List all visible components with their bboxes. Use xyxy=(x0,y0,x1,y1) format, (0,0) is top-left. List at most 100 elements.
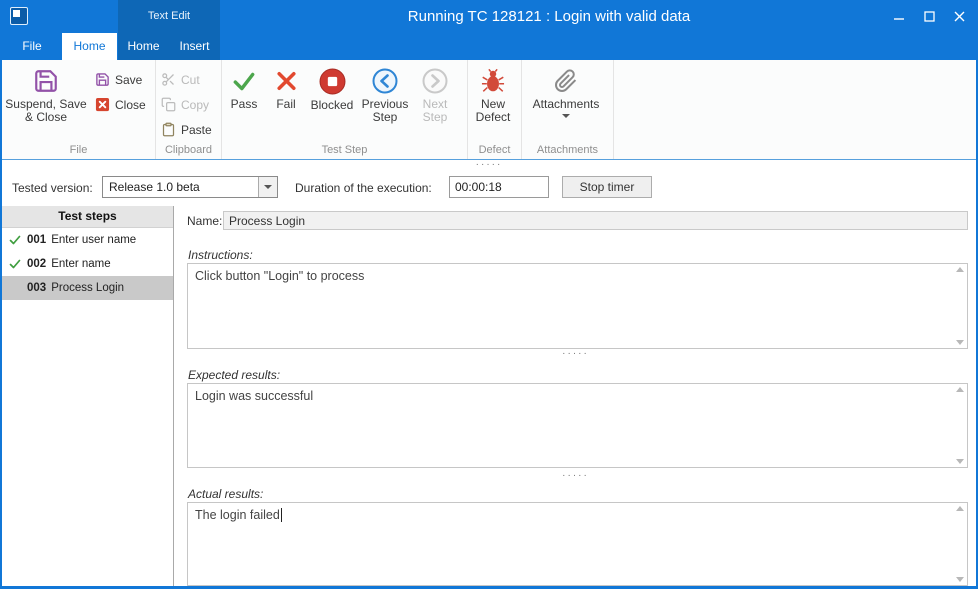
next-step-icon xyxy=(422,68,448,94)
close-document-button[interactable]: Close xyxy=(90,92,151,117)
window-controls xyxy=(884,0,974,33)
test-step-row-003[interactable]: 003 Process Login xyxy=(2,276,173,300)
fail-x-icon xyxy=(274,68,299,94)
paste-clipboard-icon xyxy=(161,122,176,137)
expected-results-textarea[interactable]: Login was successful xyxy=(187,383,968,468)
new-defect-button[interactable]: New Defect xyxy=(468,60,518,124)
next-step-label: Next Step xyxy=(423,98,448,124)
test-steps-header: Test steps xyxy=(2,206,173,228)
actual-results-box: The login failed xyxy=(187,502,968,586)
test-step-row-002[interactable]: 002 Enter name xyxy=(2,252,173,276)
scroll-down-icon[interactable] xyxy=(956,459,964,464)
new-defect-label: New Defect xyxy=(476,98,511,124)
copy-icon xyxy=(161,97,176,112)
duration-label: Duration of the execution: xyxy=(295,181,432,195)
expected-results-box: Login was successful xyxy=(187,383,968,468)
step-name: Enter user name xyxy=(51,234,136,246)
close-red-icon xyxy=(95,97,110,112)
instructions-label: Instructions: xyxy=(188,248,253,262)
chevron-down-icon xyxy=(264,185,272,189)
stop-timer-button[interactable]: Stop timer xyxy=(562,176,652,198)
save-floppy-icon xyxy=(33,68,59,94)
step-number: 003 xyxy=(27,282,46,294)
close-button[interactable] xyxy=(944,0,974,33)
scroll-up-icon[interactable] xyxy=(956,506,964,511)
duration-input[interactable] xyxy=(449,176,549,198)
step-number: 002 xyxy=(27,258,46,270)
group-label-file: File xyxy=(2,144,155,156)
maximize-button[interactable] xyxy=(914,0,944,33)
contextual-group-label: Text Edit xyxy=(118,0,220,33)
scroll-up-icon[interactable] xyxy=(956,387,964,392)
ribbon-group-defect: New Defect Defect xyxy=(468,60,522,159)
tab-ctx-home[interactable]: Home xyxy=(118,33,169,60)
ribbon-group-attachments: Attachments Attachments xyxy=(522,60,614,159)
group-label-defect: Defect xyxy=(468,144,521,156)
app-window: Running TC 128121 : Login with valid dat… xyxy=(0,0,978,589)
suspend-save-close-button[interactable]: Suspend, Save & Close xyxy=(2,60,90,124)
ribbon-group-file: Suspend, Save & Close Save Close File xyxy=(2,60,156,159)
ribbon-group-clipboard: Cut Copy Paste Clipboard xyxy=(156,60,222,159)
group-label-test-step: Test Step xyxy=(222,144,467,156)
text-cursor xyxy=(281,508,282,522)
close-icon xyxy=(954,11,965,22)
ribbon-splitter-handle[interactable]: ····· xyxy=(2,161,976,169)
blocked-button[interactable]: Blocked xyxy=(306,60,358,112)
scroll-up-icon[interactable] xyxy=(956,267,964,272)
previous-step-icon xyxy=(372,68,398,94)
paste-button[interactable]: Paste xyxy=(156,117,217,142)
maximize-icon xyxy=(924,11,935,22)
cut-button[interactable]: Cut xyxy=(156,67,217,92)
actual-results-text: The login failed xyxy=(195,508,280,522)
name-label: Name: xyxy=(187,214,222,228)
save-label: Save xyxy=(115,73,142,87)
actual-results-textarea[interactable]: The login failed xyxy=(187,502,968,586)
contextual-tabs: Home Insert xyxy=(118,33,220,60)
minimize-button[interactable] xyxy=(884,0,914,33)
previous-step-label: Previous Step xyxy=(362,98,409,124)
previous-step-button[interactable]: Previous Step xyxy=(358,60,412,124)
copy-button[interactable]: Copy xyxy=(156,92,217,117)
tab-home[interactable]: Home xyxy=(62,33,117,60)
cut-label: Cut xyxy=(181,73,200,87)
test-step-row-001[interactable]: 001 Enter user name xyxy=(2,228,173,252)
passed-check-icon xyxy=(9,234,27,246)
execution-toolbar: Tested version: Release 1.0 beta Duratio… xyxy=(2,170,976,206)
tab-ctx-insert[interactable]: Insert xyxy=(169,33,220,60)
scissors-icon xyxy=(161,72,176,87)
pass-check-icon xyxy=(231,68,257,94)
paste-label: Paste xyxy=(181,123,212,137)
step-number: 001 xyxy=(27,234,46,246)
scroll-down-icon[interactable] xyxy=(956,340,964,345)
tested-version-value: Release 1.0 beta xyxy=(109,177,200,197)
group-label-clipboard: Clipboard xyxy=(156,144,221,156)
splitter-handle[interactable]: ····· xyxy=(175,350,976,358)
test-steps-panel: Test steps 001 Enter user name 002 Enter… xyxy=(2,206,174,586)
app-icon[interactable] xyxy=(10,7,28,25)
combobox-dropdown-button[interactable] xyxy=(258,177,277,197)
ribbon: Suspend, Save & Close Save Close File xyxy=(2,60,976,160)
clipboard-buttons: Cut Copy Paste xyxy=(156,60,217,142)
paperclip-icon xyxy=(554,68,578,94)
next-step-button[interactable]: Next Step xyxy=(412,60,458,124)
tab-file[interactable]: File xyxy=(2,33,62,60)
pass-button[interactable]: Pass xyxy=(222,60,266,111)
step-name-field[interactable] xyxy=(223,211,968,230)
attachments-button[interactable]: Attachments xyxy=(522,60,610,118)
fail-button[interactable]: Fail xyxy=(266,60,306,111)
save-button[interactable]: Save xyxy=(90,67,151,92)
group-label-attachments: Attachments xyxy=(522,144,613,156)
step-detail-panel: Name: Instructions: Click button "Login"… xyxy=(175,206,976,586)
fail-label: Fail xyxy=(276,98,295,111)
tested-version-combobox[interactable]: Release 1.0 beta xyxy=(102,176,278,198)
save-icon xyxy=(95,72,110,87)
copy-label: Copy xyxy=(181,98,209,112)
pass-label: Pass xyxy=(231,98,258,111)
suspend-save-close-label: Suspend, Save & Close xyxy=(5,98,86,124)
attachments-dropdown-icon[interactable] xyxy=(562,114,570,118)
bug-icon xyxy=(480,68,506,94)
splitter-handle[interactable]: ····· xyxy=(175,472,976,480)
step-name: Enter name xyxy=(51,258,110,270)
instructions-textarea[interactable]: Click button "Login" to process xyxy=(187,263,968,349)
scroll-down-icon[interactable] xyxy=(956,577,964,582)
